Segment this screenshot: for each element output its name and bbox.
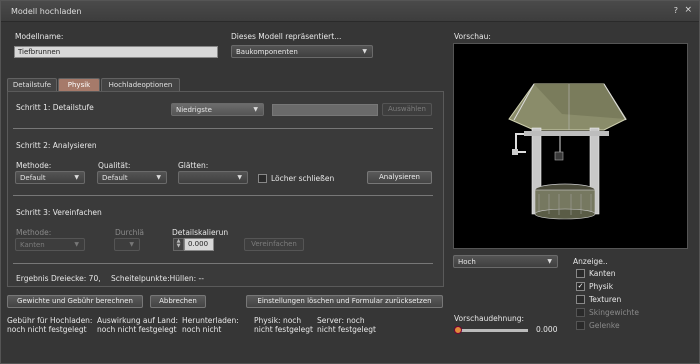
model-name-input[interactable]: Tiefbrunnen — [14, 46, 218, 58]
simplify-method-dropdown[interactable]: Kanten ▼ — [15, 238, 85, 251]
cancel-button[interactable]: Abbrechen — [150, 295, 206, 308]
quality-value: Default — [102, 174, 128, 182]
model-preview-viewport[interactable] — [453, 43, 688, 249]
quality-dropdown[interactable]: Default ▼ — [97, 171, 167, 184]
divider — [13, 128, 433, 129]
step2-title: Schritt 2: Analysieren — [16, 141, 97, 150]
reset-form-button[interactable]: Einstellungen löschen und Formular zurüc… — [246, 295, 443, 308]
window-title: Modell hochladen — [11, 7, 82, 16]
preview-expansion-value: 0.000 — [536, 325, 558, 334]
divider — [13, 263, 433, 264]
physics-panel — [7, 91, 444, 287]
spin-down-icon[interactable]: ▼ — [174, 244, 183, 249]
model-name-label: Modellname: — [15, 32, 64, 41]
smooth-label: Glätten: — [178, 161, 209, 170]
chevron-down-icon: ▼ — [74, 241, 79, 248]
simplify-method-label: Methode: — [16, 228, 52, 237]
chevron-down-icon: ▼ — [237, 174, 242, 181]
title-bar[interactable]: Modell hochladen ? × — [1, 1, 699, 22]
skin-weights-checkbox[interactable] — [576, 308, 585, 317]
tab-detailstufe[interactable]: Detailstufe — [7, 78, 57, 92]
analyze-method-label: Methode: — [16, 161, 52, 170]
lod-source-value: Niedrigste — [176, 106, 212, 114]
physics-checkbox[interactable]: ✓ — [576, 282, 585, 291]
physics-label: Physik — [589, 282, 614, 291]
divider — [13, 195, 433, 196]
represents-dropdown[interactable]: Baukomponenten ▼ — [231, 45, 373, 58]
detail-scale-spinner[interactable]: ▲ ▼ — [173, 238, 184, 251]
smooth-dropdown[interactable]: ▼ — [178, 171, 248, 184]
close-holes-label: Löcher schließen — [271, 174, 335, 183]
passes-dropdown[interactable]: ▼ — [114, 238, 140, 251]
preview-expansion-label: Vorschaudehnung: — [454, 314, 525, 323]
skin-weights-label: Skingewichte — [589, 308, 639, 317]
fee-download: Herunterladen: noch nicht — [182, 316, 239, 334]
fee-land-impact: Auswirkung auf Land: noch nicht festgeleg… — [97, 316, 179, 334]
detail-scale-label: Detailskalierun — [172, 228, 229, 237]
joints-label: Gelenke — [589, 321, 620, 330]
preview-label: Vorschau: — [454, 32, 491, 41]
well-model-image — [508, 83, 627, 220]
edges-checkbox[interactable] — [576, 269, 585, 278]
tab-hochladeoptionen[interactable]: Hochladeoptionen — [101, 78, 180, 92]
step3-title: Schritt 3: Vereinfachen — [16, 208, 102, 217]
quality-label: Qualität: — [98, 161, 131, 170]
help-icon[interactable]: ? — [674, 6, 678, 15]
result-vertices-hulls: Scheitelpunkte:Hüllen: -- — [111, 274, 204, 283]
lod-file-field[interactable] — [272, 104, 378, 116]
chevron-down-icon: ▼ — [362, 48, 367, 55]
textures-checkbox[interactable] — [576, 295, 585, 304]
detail-scale-input[interactable]: 0.000 — [184, 238, 214, 251]
step1-title: Schritt 1: Detailstufe — [16, 103, 94, 112]
represents-value: Baukomponenten — [236, 48, 298, 56]
calculate-fee-button[interactable]: Gewichte und Gebühr berechnen — [7, 295, 143, 308]
fee-physics: Physik: noch nicht festgelegt — [254, 316, 313, 334]
textures-label: Texturen — [589, 295, 622, 304]
tab-physik[interactable]: Physik — [58, 78, 100, 92]
browse-button[interactable]: Auswählen — [382, 103, 432, 116]
simplify-button[interactable]: Vereinfachen — [244, 238, 304, 251]
preview-expansion-slider-handle[interactable] — [454, 326, 462, 334]
lod-source-dropdown[interactable]: Niedrigste ▼ — [171, 103, 264, 116]
preview-lod-dropdown[interactable]: Hoch ▼ — [453, 255, 558, 268]
fee-server: Server: noch nicht festgelegt — [317, 316, 376, 334]
analyze-method-dropdown[interactable]: Default ▼ — [15, 171, 85, 184]
result-triangles: Ergebnis Dreiecke: 70, — [16, 274, 101, 283]
preview-expansion-slider[interactable] — [456, 329, 528, 332]
close-icon[interactable]: × — [684, 5, 692, 15]
represents-label: Dieses Modell repräsentiert... — [231, 32, 342, 41]
simplify-method-value: Kanten — [20, 241, 45, 249]
edges-label: Kanten — [589, 269, 616, 278]
preview-lod-value: Hoch — [458, 258, 476, 266]
chevron-down-icon: ▼ — [74, 174, 79, 181]
chevron-down-icon: ▼ — [129, 241, 134, 248]
analyze-method-value: Default — [20, 174, 46, 182]
chevron-down-icon: ▼ — [156, 174, 161, 181]
analyze-button[interactable]: Analysieren — [367, 171, 432, 184]
display-label: Anzeige.. — [573, 257, 608, 266]
chevron-down-icon: ▼ — [253, 106, 258, 113]
upload-model-window: Modell hochladen ? × Modellname: Tiefbru… — [0, 0, 700, 364]
close-holes-checkbox[interactable] — [258, 174, 267, 183]
chevron-down-icon: ▼ — [547, 258, 552, 265]
joints-checkbox[interactable] — [576, 321, 585, 330]
fee-upload: Gebühr für Hochladen: noch nicht festgele… — [7, 316, 93, 334]
passes-label: Durchlä — [115, 228, 145, 237]
